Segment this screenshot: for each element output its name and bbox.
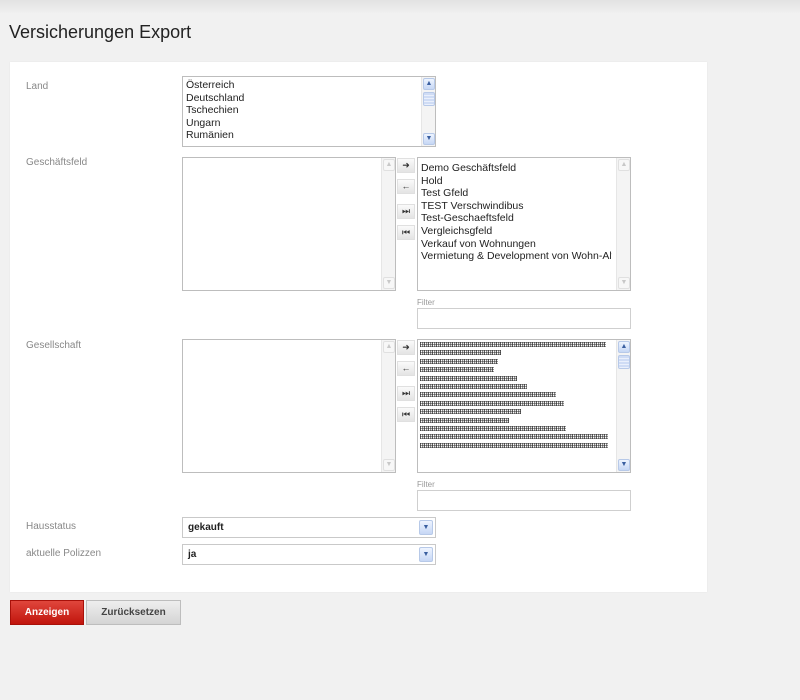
scroll-down-icon[interactable]: ▼ [383,277,395,289]
remove-all-button[interactable]: ⏮ [397,225,415,240]
gesellschaft-available-list[interactable]: ▲ ▼ [417,339,631,473]
geschaeftsfeld-options: Demo GeschäftsfeldHoldTest GfeldTEST Ver… [421,162,612,263]
scroll-up-icon[interactable]: ▲ [383,341,395,353]
gesellschaft-filter-label: Filter [417,480,435,489]
geschaeftsfeld-filter-input[interactable] [417,308,631,329]
geschaeftsfeld-available-scrollbar[interactable]: ▲ ▼ [616,158,630,290]
scroll-thumb[interactable] [618,355,630,369]
aktuelle-polizzen-value: ja [188,549,196,560]
geschaeftsfeld-label: Geschäftsfeld [26,157,87,168]
chevron-down-icon[interactable]: ▼ [419,547,433,562]
anzeigen-button[interactable]: Anzeigen [10,600,84,625]
scroll-down-icon[interactable]: ▼ [423,133,435,145]
list-item[interactable]: Test-Geschaeftsfeld [421,212,612,225]
aktuelle-polizzen-label: aktuelle Polizzen [26,548,101,559]
scroll-thumb[interactable] [423,92,435,106]
scroll-down-icon[interactable]: ▼ [618,459,630,471]
gesellschaft-available-scrollbar[interactable]: ▲ ▼ [616,340,630,472]
land-listbox[interactable]: ÖsterreichDeutschlandTschechienUngarnRum… [182,76,436,147]
list-item[interactable]: Deutschland [186,92,417,105]
list-item[interactable]: Verkauf von Wohnungen [421,238,612,251]
geschaeftsfeld-available-list[interactable]: Demo GeschäftsfeldHoldTest GfeldTEST Ver… [417,157,631,291]
top-bar [0,0,800,14]
export-form-panel: Land ÖsterreichDeutschlandTschechienUnga… [10,62,707,592]
list-item[interactable]: Vermietung & Development von Wohn-Altba [421,250,612,263]
page-title: Versicherungen Export [9,22,191,43]
remove-selected-button[interactable]: ← [397,179,415,194]
scroll-up-icon[interactable]: ▲ [423,78,435,90]
hausstatus-value: gekauft [188,522,224,533]
gesellschaft-filter-input[interactable] [417,490,631,511]
list-item[interactable]: Ungarn [186,117,417,130]
remove-all-button[interactable]: ⏮ [397,407,415,422]
list-item[interactable]: Hold [421,175,612,188]
gesellschaft-label: Gesellschaft [26,340,81,351]
list-item[interactable]: Österreich [186,79,417,92]
hausstatus-select[interactable]: gekauft ▼ [182,517,436,538]
chevron-down-icon[interactable]: ▼ [419,520,433,535]
land-scrollbar[interactable]: ▲ ▼ [421,77,435,146]
redacted-company-names [420,342,614,470]
add-selected-button[interactable]: ➜ [397,340,415,355]
gesellschaft-selected-list[interactable]: ▲ ▼ [182,339,396,473]
scroll-down-icon[interactable]: ▼ [383,459,395,471]
gesellschaft-selected-scrollbar[interactable]: ▲ ▼ [381,340,395,472]
scroll-up-icon[interactable]: ▲ [618,159,630,171]
hausstatus-label: Hausstatus [26,521,76,532]
list-item[interactable]: Demo Geschäftsfeld [421,162,612,175]
geschaeftsfeld-selected-scrollbar[interactable]: ▲ ▼ [381,158,395,290]
aktuelle-polizzen-select[interactable]: ja ▼ [182,544,436,565]
land-options: ÖsterreichDeutschlandTschechienUngarnRum… [186,79,417,142]
list-item[interactable]: TEST Verschwindibus [421,200,612,213]
list-item[interactable]: Test Gfeld [421,187,612,200]
remove-selected-button[interactable]: ← [397,361,415,376]
list-item[interactable]: Rumänien [186,129,417,142]
add-all-button[interactable]: ⏭ [397,204,415,219]
land-label: Land [26,81,48,92]
add-selected-button[interactable]: ➜ [397,158,415,173]
scroll-up-icon[interactable]: ▲ [618,341,630,353]
geschaeftsfeld-selected-list[interactable]: ▲ ▼ [182,157,396,291]
list-item[interactable]: Vergleichsgfeld [421,225,612,238]
reset-button[interactable]: Zurücksetzen [86,600,181,625]
add-all-button[interactable]: ⏭ [397,386,415,401]
geschaeftsfeld-filter-label: Filter [417,298,435,307]
list-item[interactable]: Tschechien [186,104,417,117]
scroll-down-icon[interactable]: ▼ [618,277,630,289]
scroll-up-icon[interactable]: ▲ [383,159,395,171]
